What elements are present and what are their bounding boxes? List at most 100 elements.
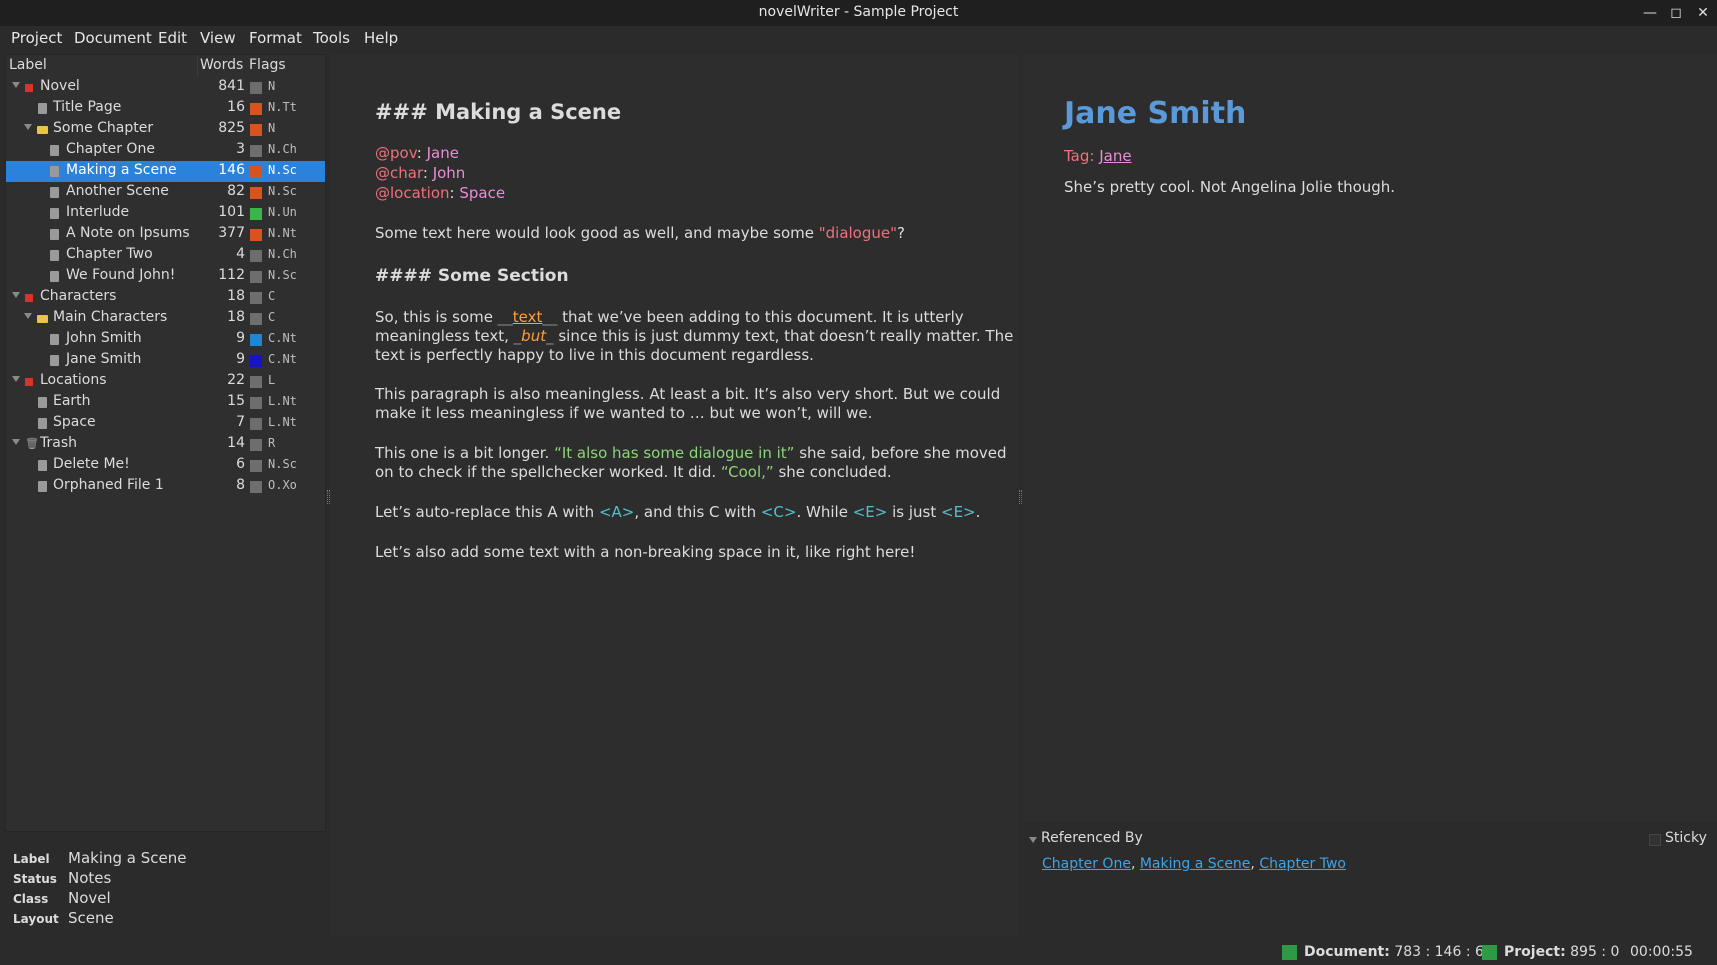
- tag-key: Tag:: [1064, 147, 1095, 165]
- word-count: 377: [218, 225, 245, 241]
- editor-paragraph: So, this is some __text__ that we’ve bee…: [375, 308, 975, 327]
- expand-arrow-icon[interactable]: [12, 439, 20, 445]
- tree-item[interactable]: Title Page 16 N.Tt: [6, 98, 325, 119]
- document-icon: [38, 103, 47, 114]
- text: on to check if the spellchecker worked. …: [375, 463, 721, 481]
- menu-edit[interactable]: Edit: [158, 29, 187, 47]
- tree-item[interactable]: A Note on Ipsums 377 N.Nt: [6, 224, 325, 245]
- menu-format[interactable]: Format: [249, 29, 302, 47]
- status-color-icon: [250, 124, 262, 136]
- word-count: 9: [236, 351, 245, 367]
- text: , and this C with: [634, 503, 761, 521]
- document-icon: [50, 229, 59, 240]
- sticky-label: Sticky: [1665, 830, 1707, 846]
- menu-tools[interactable]: Tools: [313, 29, 350, 47]
- dialogue: “It also has some dialogue in it”: [554, 444, 795, 462]
- word-count: 4: [236, 246, 245, 262]
- text: she said, before she moved: [794, 444, 1007, 462]
- tree-item-label: Characters: [40, 288, 117, 304]
- tree-item[interactable]: Chapter Two 4 N.Ch: [6, 245, 325, 266]
- editor-paragraph: on to check if the spellchecker worked. …: [375, 463, 975, 482]
- status-color-icon: [250, 355, 262, 367]
- editor-paragraph: Some text here would look good as well, …: [375, 224, 975, 243]
- document-viewer[interactable]: Jane Smith Tag: Jane She’s pretty cool. …: [1023, 54, 1717, 822]
- project-status-indicator: [1482, 945, 1497, 960]
- item-flags: O.Xo: [268, 478, 297, 492]
- expand-arrow-icon[interactable]: [12, 82, 20, 88]
- tree-item[interactable]: 🗑 Trash 14 R: [6, 434, 325, 455]
- project-tree[interactable]: Label Words Flags Novel 841 N Title Page 16 N…: [5, 54, 326, 832]
- editor-paragraph: Let’s also add some text with a non-brea…: [375, 543, 916, 561]
- tree-item[interactable]: Chapter One 3 N.Ch: [6, 140, 325, 161]
- replace-tag: <C>: [760, 503, 797, 521]
- status-color-icon: [250, 145, 262, 157]
- expand-arrow-icon[interactable]: [12, 292, 20, 298]
- dialogue: “Cool,”: [720, 463, 774, 481]
- word-count: 7: [236, 414, 245, 430]
- splitter-handle[interactable]: [1019, 490, 1022, 504]
- tree-item[interactable]: Another Scene 82 N.Sc: [6, 182, 325, 203]
- reference-link[interactable]: Making a Scene: [1140, 856, 1251, 872]
- sticky-checkbox[interactable]: [1649, 834, 1661, 846]
- menu-help[interactable]: Help: [364, 29, 398, 47]
- tree-header-words[interactable]: Words: [200, 57, 243, 73]
- viewer-body: She’s pretty cool. Not Angelina Jolie th…: [1064, 178, 1396, 196]
- document-editor[interactable]: ### Making a Scene @pov: Jane @char: Joh…: [330, 54, 1019, 936]
- expand-arrow-icon[interactable]: [24, 124, 32, 130]
- menu-view[interactable]: View: [200, 29, 236, 47]
- word-count: 825: [218, 120, 245, 136]
- root-icon: [25, 294, 33, 302]
- expand-arrow-icon[interactable]: [24, 313, 32, 319]
- tree-item-label: Novel: [40, 78, 80, 94]
- status-color-icon: [250, 271, 262, 283]
- tree-item[interactable]: Making a Scene 146 N.Sc: [6, 161, 325, 182]
- tree-item[interactable]: Space 7 L.Nt: [6, 413, 325, 434]
- tree-item[interactable]: Orphaned File 1 8 O.Xo: [6, 476, 325, 497]
- item-flags: N: [268, 79, 276, 93]
- tree-item[interactable]: John Smith 9 C.Nt: [6, 329, 325, 350]
- menu-document[interactable]: Document: [74, 29, 152, 47]
- tree-item[interactable]: Main Characters 18 C: [6, 308, 325, 329]
- trash-icon: 🗑: [25, 437, 39, 450]
- tag-link[interactable]: Jane: [1099, 147, 1131, 165]
- word-count: 9: [236, 330, 245, 346]
- item-flags: N.Sc: [268, 268, 297, 282]
- tree-item[interactable]: Characters 18 C: [6, 287, 325, 308]
- tree-item[interactable]: Some Chapter 825 N: [6, 119, 325, 140]
- status-color-icon: [250, 103, 262, 115]
- status-color-icon: [250, 82, 262, 94]
- tree-item[interactable]: Delete Me! 6 N.Sc: [6, 455, 325, 476]
- menu-project[interactable]: Project: [11, 29, 62, 47]
- item-flags: N.Sc: [268, 163, 297, 177]
- reference-links: Chapter One, Making a Scene, Chapter Two: [1042, 856, 1346, 872]
- tree-item[interactable]: We Found John! 112 N.Sc: [6, 266, 325, 287]
- tree-header-label[interactable]: Label: [9, 57, 47, 73]
- tree-item-label: Space: [53, 414, 96, 430]
- referenced-by-header[interactable]: Referenced By: [1041, 830, 1143, 846]
- format-marker: _: [546, 327, 554, 345]
- word-count: 146: [218, 162, 245, 178]
- tree-item[interactable]: Earth 15 L.Nt: [6, 392, 325, 413]
- keyword-value: Jane: [426, 144, 459, 162]
- item-flags: C: [268, 289, 276, 303]
- tree-header-flags[interactable]: Flags: [249, 57, 286, 73]
- keyword-value: Space: [459, 184, 506, 202]
- document-icon: [50, 166, 59, 177]
- item-flags: N.Ch: [268, 142, 297, 156]
- close-icon[interactable]: ✕: [1692, 2, 1714, 24]
- collapse-arrow-icon[interactable]: [1029, 837, 1037, 843]
- separator: ,: [1250, 856, 1260, 872]
- details-layout-key: Layout: [13, 912, 59, 926]
- maximize-icon[interactable]: ◻: [1665, 2, 1687, 24]
- reference-link[interactable]: Chapter One: [1042, 856, 1131, 872]
- expand-arrow-icon[interactable]: [12, 376, 20, 382]
- tree-item[interactable]: Locations 22 L: [6, 371, 325, 392]
- tree-item[interactable]: Novel 841 N: [6, 77, 325, 98]
- reference-link[interactable]: Chapter Two: [1259, 856, 1346, 872]
- document-icon: [38, 418, 47, 429]
- minimize-icon[interactable]: —: [1639, 2, 1661, 24]
- tree-item[interactable]: Jane Smith 9 C.Nt: [6, 350, 325, 371]
- status-color-icon: [250, 229, 262, 241]
- item-flags: L.Nt: [268, 415, 297, 429]
- tree-item[interactable]: Interlude 101 N.Un: [6, 203, 325, 224]
